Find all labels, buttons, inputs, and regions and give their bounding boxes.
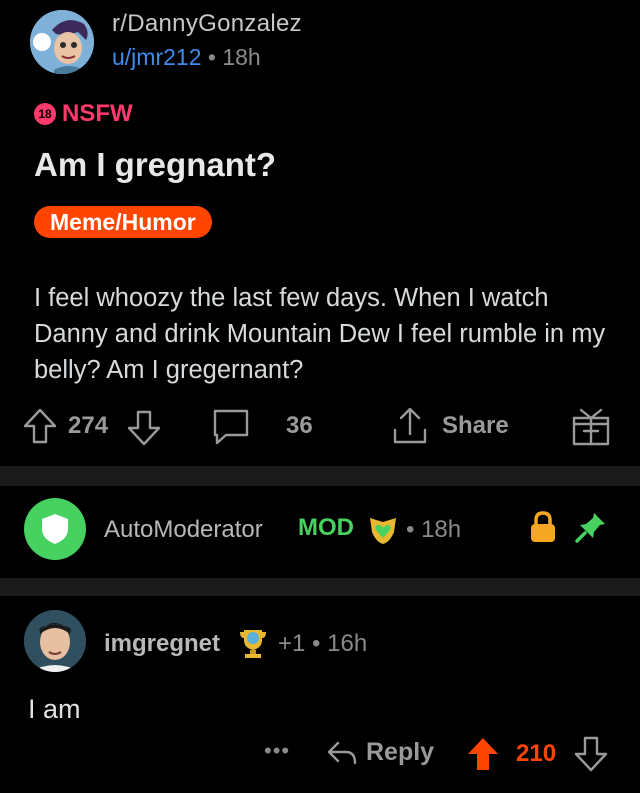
comments-button[interactable] [210,406,252,448]
post-body: I feel whoozy the last few days. When I … [34,284,606,384]
share-button[interactable]: Share [390,406,509,446]
comment-karma: +1 [278,630,306,657]
avatar-illustration [30,10,94,74]
shield-icon [42,514,68,544]
lock-icon [531,511,555,542]
more-icon[interactable]: ••• [264,738,290,764]
share-label: Share [442,412,509,439]
comment-actions: ••• Reply 210 [0,734,640,778]
subreddit-avatar[interactable] [30,10,94,74]
comment-text: I am [28,694,81,724]
downvote-icon[interactable] [574,736,608,772]
commenter-avatar[interactable] [24,610,86,672]
comment-meta: +1 • 16h [278,630,367,658]
nsfw-icon: 18 [34,103,56,125]
trophy-icon [240,630,266,658]
downvote-icon [127,410,161,446]
meta-separator: • [207,44,216,70]
comment-vote-count: 210 [516,740,557,767]
automod-separator: • [406,516,415,543]
downvote-button[interactable] [126,408,162,448]
user-comment: imgregnet +1 • 16h I am ••• Reply 210 [0,606,640,793]
reply-label: Reply [366,738,435,766]
post-title[interactable]: Am I gregnant? [34,146,276,184]
share-icon [393,407,427,444]
post-actions: 274 36 Share [0,400,640,456]
reply-button[interactable]: Reply [326,738,434,767]
automod-name[interactable]: AutoModerator [104,516,263,544]
mod-tag: MOD [298,514,354,541]
upvote-icon[interactable] [466,736,500,772]
automod-avatar[interactable] [24,498,86,560]
vote-score: 274 [68,412,109,439]
mod-badge-icon [370,518,396,544]
award-icon [572,408,610,446]
comment-separator: • [312,630,321,657]
upvote-button[interactable] [22,406,58,446]
nsfw-label: NSFW [62,100,133,127]
avatar-photo [24,610,86,672]
reply-icon [327,741,357,764]
award-button[interactable] [570,406,612,448]
subreddit-name[interactable]: r/DannyGonzalez [112,10,302,38]
comment-icon [213,409,249,445]
upvote-icon [23,408,57,444]
section-divider-2 [0,578,640,596]
post: r/DannyGonzalez u/jmr212 • 18h 18 NSFW A… [0,0,640,466]
post-age: 18h [222,44,261,70]
automod-comment: AutoModerator MOD • 18h [0,494,640,566]
post-flair[interactable]: Meme/Humor [34,206,212,238]
comment-age: 16h [327,630,368,657]
pin-icon [575,513,605,543]
automod-age: 18h [421,516,462,543]
comment-count: 36 [286,412,313,439]
nsfw-tag: 18 NSFW [34,100,133,128]
automod-meta: • 18h [406,516,461,544]
post-meta: u/jmr212 • 18h [112,44,261,71]
section-divider [0,466,640,486]
commenter-name[interactable]: imgregnet [104,630,220,658]
author-link[interactable]: u/jmr212 [112,44,201,70]
